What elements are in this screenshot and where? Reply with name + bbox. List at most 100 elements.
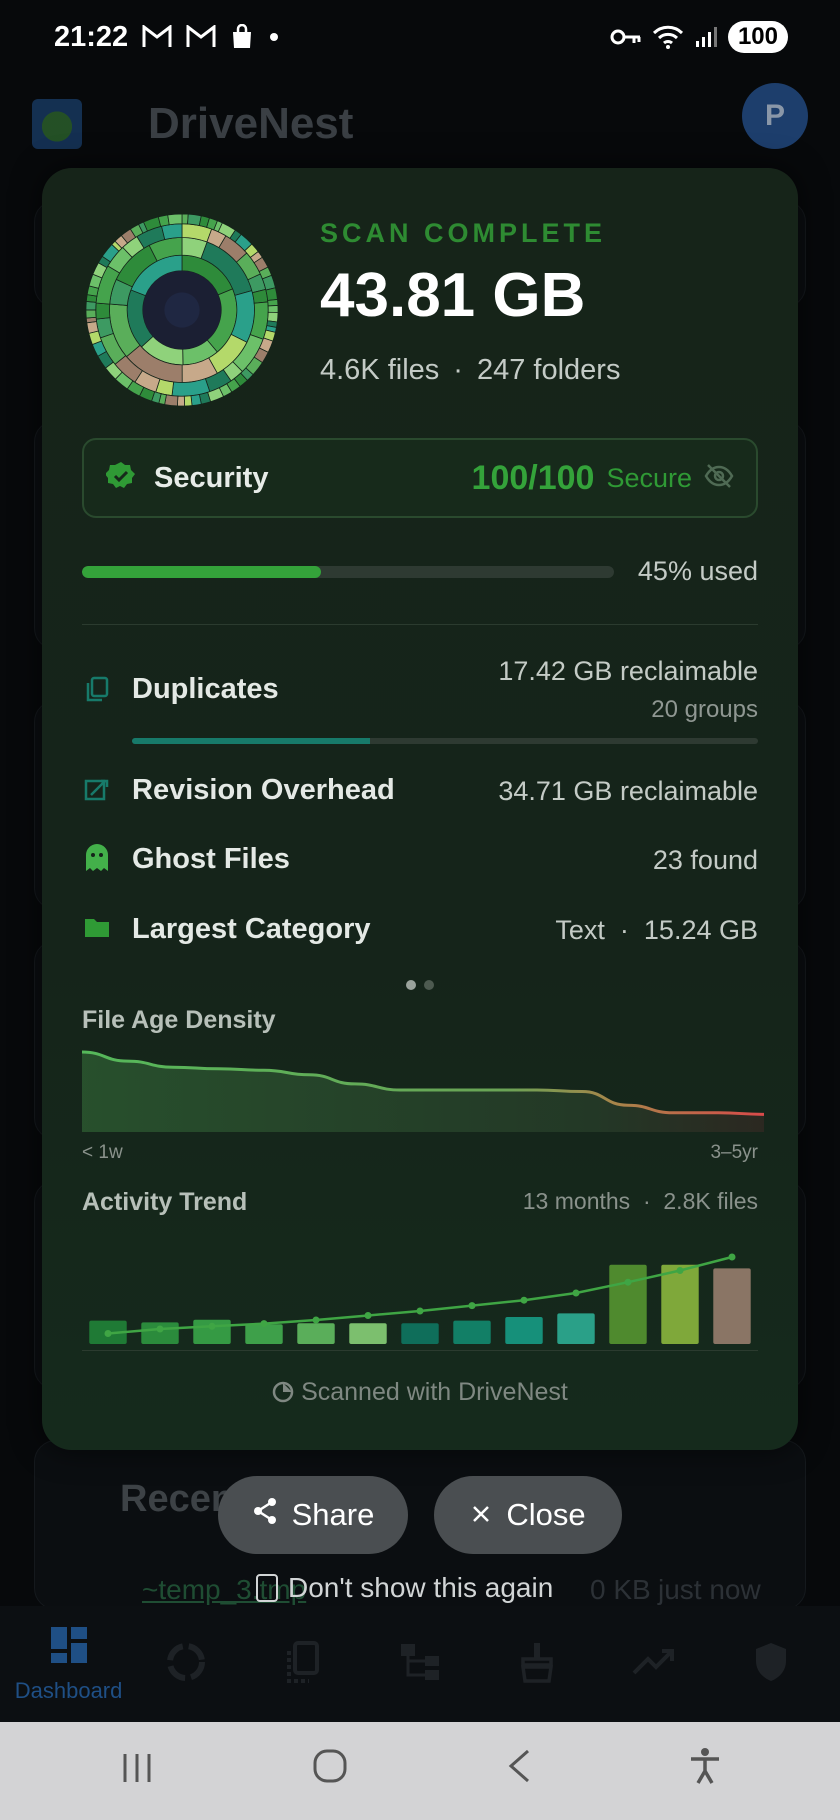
sunburst-segment — [183, 395, 193, 407]
sunburst-segment — [161, 223, 183, 241]
dont-show-checkbox[interactable] — [256, 1574, 278, 1602]
trend-bar — [245, 1324, 283, 1344]
page-dot-active[interactable] — [406, 980, 416, 990]
largest-category-value: Text · 15.24 GB — [555, 915, 758, 945]
divider — [82, 624, 758, 625]
eye-off-icon[interactable] — [704, 463, 734, 494]
revision-overhead-value: 34.71 GB reclaimable — [498, 776, 758, 806]
nav-cleanup[interactable] — [482, 1641, 592, 1688]
storage-usage-bar — [82, 566, 614, 578]
duplicates-value: 17.42 GB reclaimable — [498, 656, 758, 686]
sunburst-segment — [267, 305, 279, 313]
trend-point — [312, 1316, 320, 1324]
sunburst-segment — [167, 213, 183, 226]
trend-bar — [609, 1264, 647, 1344]
recent-file-size: 0 KB — [590, 1574, 651, 1605]
shield-icon — [753, 1641, 789, 1688]
nav-security[interactable] — [716, 1641, 826, 1688]
sunburst-segment — [85, 309, 97, 319]
scan-ring-icon — [165, 1641, 207, 1688]
security-score: 100/100 — [471, 458, 595, 497]
trend-point — [624, 1278, 632, 1286]
largest-category-title: Largest Category — [132, 913, 371, 945]
sunburst-segment — [95, 302, 111, 320]
sunburst-segment — [267, 299, 279, 307]
gmail-icon — [186, 25, 216, 49]
recent-file-time: just now — [658, 1574, 761, 1605]
trend-bar — [505, 1317, 543, 1344]
trend-point — [520, 1296, 528, 1304]
signal-icon — [694, 25, 718, 49]
scan-counts: 4.6K files · 247 folders — [320, 354, 620, 387]
storage-sunburst-chart — [85, 213, 279, 407]
trend-point — [676, 1267, 684, 1274]
sunburst-segment — [267, 311, 279, 323]
close-label: Close — [506, 1497, 586, 1532]
trend-point — [364, 1312, 372, 1319]
folder-count: 247 folders — [476, 354, 621, 386]
home-icon[interactable] — [312, 1748, 348, 1794]
nav-tree[interactable] — [365, 1642, 475, 1687]
duplicates-groups: 20 groups — [651, 696, 758, 723]
storage-usage-label: 45% used — [637, 556, 758, 586]
scan-summary-card: SCAN COMPLETE 43.81 GB 4.6K files · 247 fo… — [42, 168, 798, 1450]
share-icon — [252, 1497, 278, 1533]
trend-point — [468, 1302, 476, 1310]
app-bar: DriveNest P — [0, 74, 840, 174]
verified-badge-icon — [105, 461, 136, 496]
trend-point — [104, 1330, 112, 1337]
folder-icon — [82, 913, 112, 943]
dashboard-icon — [49, 1625, 89, 1670]
avatar[interactable]: P — [742, 83, 808, 149]
density-area — [82, 1052, 764, 1132]
trend-bar — [557, 1313, 595, 1344]
nav-scan[interactable] — [131, 1641, 241, 1688]
battery-indicator: 100 — [727, 21, 788, 53]
trend-bar — [453, 1320, 491, 1344]
revision-overhead-title: Revision Overhead — [132, 774, 395, 806]
trend-icon — [632, 1647, 676, 1682]
trend-point — [572, 1289, 580, 1297]
dont-show-again-toggle[interactable]: Don't show this again — [256, 1572, 553, 1604]
nav-trends[interactable] — [599, 1647, 709, 1682]
separator: · — [453, 354, 463, 386]
trend-point — [728, 1253, 736, 1261]
trend-point — [416, 1307, 424, 1315]
back-icon[interactable] — [506, 1748, 532, 1794]
copy-icon — [82, 675, 112, 705]
page-dot[interactable] — [424, 980, 434, 990]
trend-bar — [713, 1268, 751, 1344]
file-age-density-title: File Age Density — [82, 1006, 276, 1034]
security-panel[interactable]: Security 100/100 Secure — [82, 438, 758, 518]
trend-bar — [661, 1264, 699, 1344]
system-navigation-bar — [0, 1722, 840, 1820]
sunburst-segment — [157, 214, 170, 227]
recent-apps-icon[interactable] — [119, 1749, 155, 1794]
file-age-density-chart — [82, 1050, 764, 1132]
density-axis-start: < 1w — [82, 1142, 123, 1163]
pie-chart-icon — [272, 1378, 301, 1406]
trend-bar — [297, 1323, 335, 1344]
dont-show-label: Don't show this again — [288, 1572, 554, 1603]
key-icon — [610, 27, 642, 47]
shopping-bag-icon — [230, 24, 254, 50]
tree-icon — [399, 1642, 441, 1687]
nav-dashboard[interactable]: Dashboard — [14, 1625, 124, 1704]
page-indicator — [406, 980, 434, 990]
close-button[interactable]: Close — [434, 1476, 622, 1554]
nav-duplicates[interactable] — [248, 1640, 358, 1688]
close-icon — [470, 1497, 492, 1533]
share-button[interactable]: Share — [218, 1476, 408, 1554]
trend-bar — [349, 1323, 387, 1344]
trend-point — [208, 1322, 216, 1330]
wifi-icon — [652, 24, 684, 50]
scan-status-label: SCAN COMPLETE — [320, 218, 607, 248]
footer: Scanned with DriveNest — [42, 1378, 798, 1407]
gmail-icon — [142, 25, 172, 49]
sunburst-segment — [176, 395, 185, 407]
broom-icon — [517, 1641, 557, 1688]
storage-usage-fill — [82, 566, 322, 578]
footer-text: Scanned with DriveNest — [301, 1378, 568, 1406]
accessibility-icon[interactable] — [689, 1747, 721, 1795]
activity-trend-chart — [89, 1253, 751, 1344]
